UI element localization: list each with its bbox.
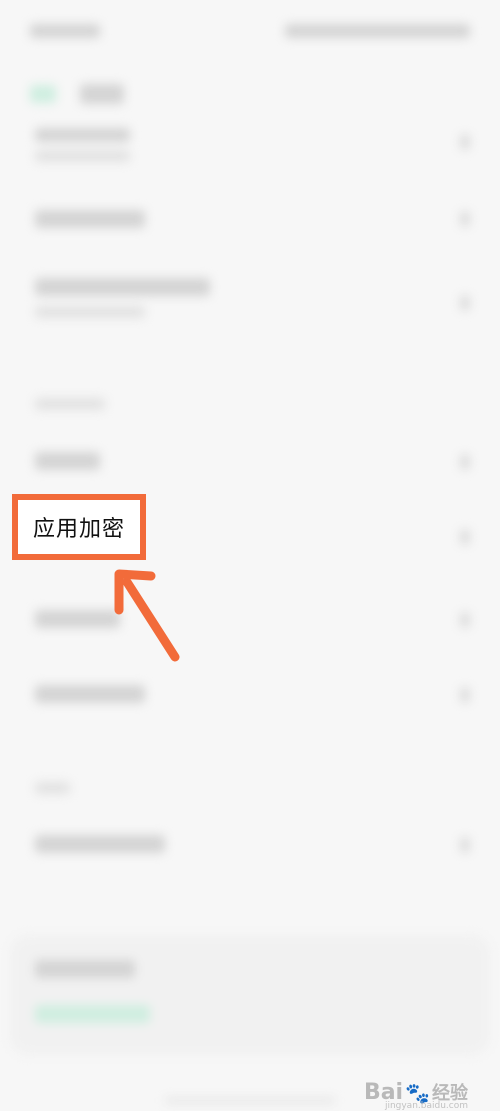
page-title bbox=[80, 84, 124, 104]
list-item[interactable] bbox=[35, 452, 100, 470]
section-header bbox=[35, 782, 70, 794]
bottom-card-button[interactable] bbox=[35, 1005, 150, 1023]
section-header bbox=[35, 398, 105, 410]
list-item[interactable] bbox=[35, 128, 130, 142]
watermark-url: jingyan.baidu.com bbox=[384, 1101, 468, 1111]
list-item[interactable] bbox=[35, 685, 145, 703]
list-item-sub bbox=[35, 150, 130, 162]
chevron-right-icon bbox=[460, 530, 470, 544]
back-icon[interactable] bbox=[30, 85, 56, 103]
chevron-right-icon bbox=[460, 688, 470, 702]
status-time bbox=[30, 24, 100, 38]
chevron-right-icon bbox=[460, 296, 470, 310]
list-item[interactable] bbox=[35, 835, 165, 853]
status-icons bbox=[285, 24, 470, 38]
chevron-right-icon bbox=[460, 838, 470, 852]
list-item-sub bbox=[35, 306, 145, 318]
highlighted-menu-item[interactable]: 应用加密 bbox=[12, 494, 146, 560]
chevron-right-icon bbox=[460, 613, 470, 627]
chevron-right-icon bbox=[460, 135, 470, 149]
list-item[interactable] bbox=[35, 210, 145, 228]
chevron-right-icon bbox=[460, 212, 470, 226]
highlighted-menu-item-label: 应用加密 bbox=[32, 517, 125, 542]
chevron-right-icon bbox=[460, 455, 470, 469]
bottom-card bbox=[10, 935, 490, 1055]
list-item[interactable] bbox=[35, 278, 210, 296]
pointer-arrow-icon bbox=[114, 569, 180, 662]
home-indicator bbox=[165, 1098, 335, 1103]
bottom-card-title bbox=[35, 960, 135, 978]
